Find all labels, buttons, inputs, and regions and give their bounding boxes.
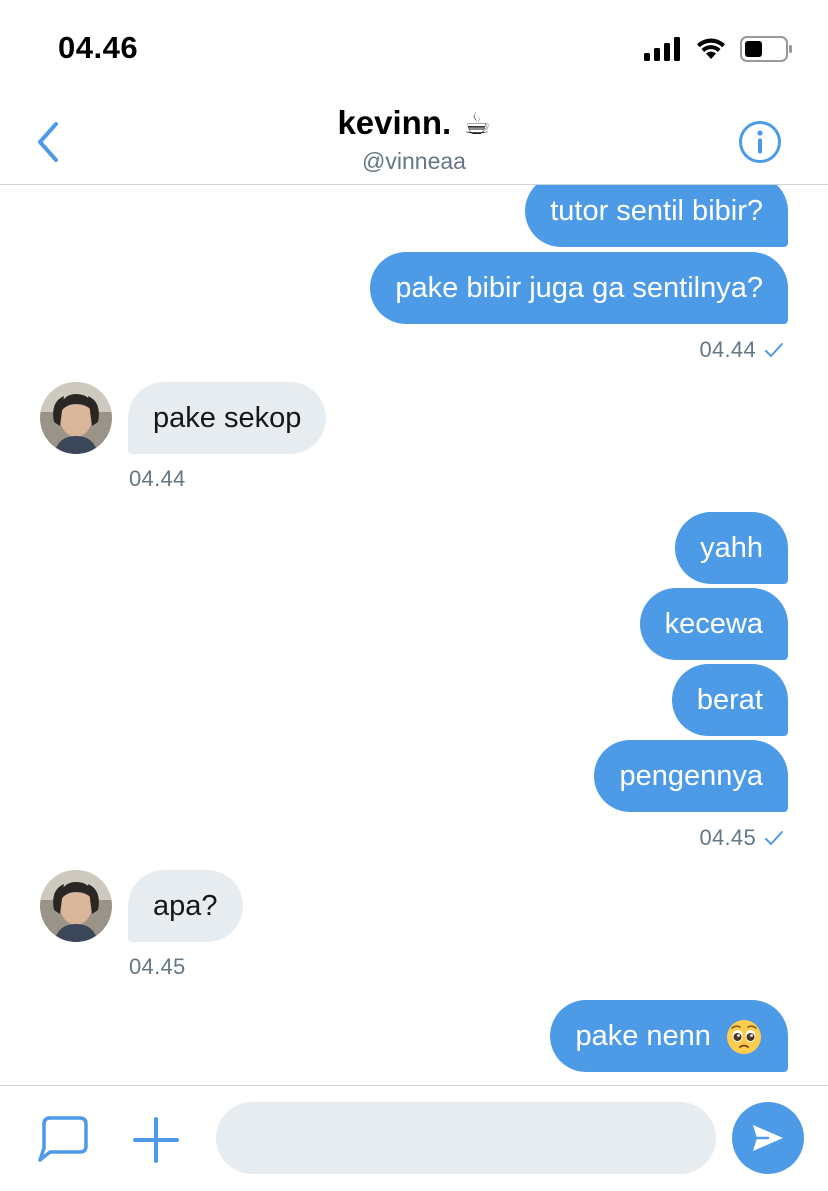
outgoing-message[interactable]: berat — [671, 664, 788, 736]
timestamp-text: 04.44 — [699, 337, 756, 362]
avatar[interactable] — [40, 382, 112, 454]
message-text: pake nenn — [575, 1020, 711, 1052]
wifi-icon — [697, 38, 725, 59]
timestamp-text: 04.45 — [699, 825, 756, 850]
avatar[interactable] — [40, 870, 112, 942]
outgoing-message[interactable]: kecewa — [639, 588, 788, 660]
incoming-message[interactable]: pake sekop — [128, 382, 327, 454]
outgoing-message[interactable]: pengennya — [594, 740, 788, 812]
message-list[interactable]: tutor sentil bibir? pake bibir juga ga s… — [0, 185, 828, 1085]
conversation-header: kevinn. ☕ @vinneaa — [0, 92, 828, 185]
outgoing-message[interactable]: tutor sentil bibir? — [525, 185, 788, 247]
outgoing-message[interactable]: yahh — [675, 512, 788, 584]
info-icon — [739, 121, 781, 163]
incoming-message[interactable]: apa? — [128, 870, 243, 942]
add-button[interactable] — [132, 1116, 180, 1169]
composer-bar — [0, 1085, 828, 1191]
avatar-image — [40, 382, 112, 454]
message-input[interactable] — [216, 1102, 716, 1174]
contact-name: kevinn. — [337, 104, 452, 141]
sent-check-icon — [765, 831, 783, 845]
pleading-face-emoji — [727, 1020, 761, 1055]
outgoing-message[interactable]: pake nenn — [550, 1000, 788, 1072]
coffee-emoji: ☕ — [463, 108, 491, 141]
sent-check-icon — [765, 343, 783, 357]
status-icons — [644, 36, 794, 62]
status-time: 04.46 — [58, 30, 139, 65]
message-timestamp: 04.44 — [699, 337, 784, 363]
media-icon — [38, 1116, 88, 1162]
avatar-image — [40, 870, 112, 942]
title-row[interactable]: kevinn. ☕ — [0, 104, 828, 142]
message-timestamp: 04.45 — [699, 825, 784, 851]
outgoing-message[interactable]: pake bibir juga ga sentilnya? — [370, 252, 788, 324]
info-button[interactable] — [738, 120, 782, 164]
plus-icon — [133, 1117, 179, 1163]
signal-icon — [644, 37, 680, 61]
media-button[interactable] — [34, 1114, 90, 1169]
message-timestamp: 04.45 — [129, 954, 186, 979]
battery-icon — [740, 36, 792, 62]
contact-handle: @vinneaa — [362, 148, 466, 174]
message-timestamp: 04.44 — [129, 466, 186, 491]
send-icon — [753, 1125, 783, 1151]
send-button[interactable] — [732, 1102, 804, 1174]
